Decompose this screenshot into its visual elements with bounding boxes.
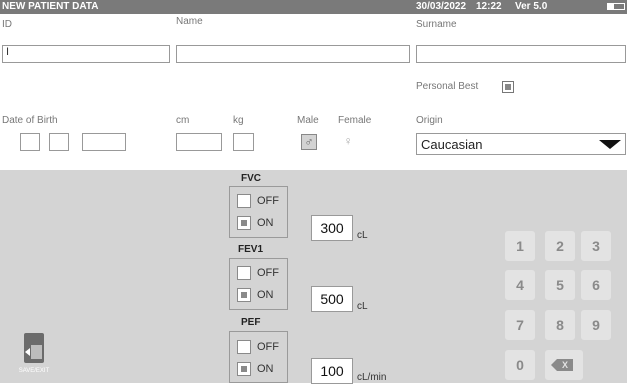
pef-off-option[interactable]: OFF xyxy=(237,340,287,356)
fvc-off-label: OFF xyxy=(257,195,279,207)
date-of-birth-label: Date of Birth xyxy=(2,115,58,126)
fvc-title: FVC xyxy=(241,173,261,184)
dob-month-field[interactable] xyxy=(49,133,69,151)
fvc-toggle-group: OFF ON xyxy=(229,186,288,238)
fev1-on-option[interactable]: ON xyxy=(237,288,287,304)
pef-value-field[interactable]: 100 xyxy=(311,358,353,384)
personal-best-checkbox[interactable] xyxy=(502,81,514,93)
height-cm-label: cm xyxy=(176,115,190,126)
pef-on-label: ON xyxy=(257,363,274,375)
pef-on-option[interactable]: ON xyxy=(237,362,287,378)
weight-field[interactable] xyxy=(233,133,254,151)
weight-kg-label: kg xyxy=(233,115,244,126)
fev1-off-option[interactable]: OFF xyxy=(237,266,287,282)
dropdown-arrow-icon xyxy=(599,140,621,149)
save-disk-icon xyxy=(24,333,44,363)
surname-label: Surname xyxy=(416,19,457,30)
dob-day-field[interactable] xyxy=(20,133,40,151)
date-display: 30/03/2022 xyxy=(416,1,467,12)
origin-value: Caucasian xyxy=(421,137,483,152)
version-display: Ver 5.0 xyxy=(515,1,548,12)
pef-unit: cL/min xyxy=(357,372,387,383)
fvc-on-option[interactable]: ON xyxy=(237,216,287,232)
fvc-value-field[interactable]: 300 xyxy=(311,215,353,241)
origin-dropdown[interactable]: Caucasian xyxy=(416,133,626,155)
height-field[interactable] xyxy=(176,133,222,151)
keypad-key-7[interactable]: 7 xyxy=(505,310,535,340)
fvc-on-checkbox[interactable] xyxy=(237,216,251,230)
keypad-key-8[interactable]: 8 xyxy=(545,310,575,340)
keypad-key-6[interactable]: 6 xyxy=(581,270,611,300)
keypad-key-5[interactable]: 5 xyxy=(545,270,575,300)
fev1-value-field[interactable]: 500 xyxy=(311,286,353,312)
fev1-on-checkbox[interactable] xyxy=(237,288,251,302)
name-label: Name xyxy=(176,16,203,27)
keypad-backspace-button[interactable]: X xyxy=(545,350,583,380)
save-exit-button[interactable]: SAVE/EXIT xyxy=(19,333,49,381)
fev1-toggle-group: OFF ON xyxy=(229,258,288,310)
keypad-key-1[interactable]: 1 xyxy=(505,231,535,261)
pef-off-checkbox[interactable] xyxy=(237,340,251,354)
header-bar: NEW PATIENT DATA 30/03/2022 12:22 Ver 5.… xyxy=(0,0,627,14)
save-exit-label: SAVE/EXIT xyxy=(18,368,50,374)
fev1-off-checkbox[interactable] xyxy=(237,266,251,280)
keypad-key-4[interactable]: 4 xyxy=(505,270,535,300)
female-icon[interactable]: ♀ xyxy=(340,134,356,150)
origin-label: Origin xyxy=(416,115,443,126)
pef-off-label: OFF xyxy=(257,341,279,353)
pef-toggle-group: OFF ON xyxy=(229,331,288,383)
fvc-on-label: ON xyxy=(257,217,274,229)
battery-icon xyxy=(607,3,625,10)
personal-best-label: Personal Best xyxy=(416,81,479,92)
time-display: 12:22 xyxy=(476,1,502,12)
name-field[interactable] xyxy=(176,45,410,63)
page-title: NEW PATIENT DATA xyxy=(2,1,99,12)
fvc-off-option[interactable]: OFF xyxy=(237,194,287,210)
backspace-icon: X xyxy=(551,359,573,371)
pef-title: PEF xyxy=(241,317,261,328)
id-field[interactable]: I xyxy=(2,45,170,63)
id-label: ID xyxy=(2,19,12,30)
fev1-title: FEV1 xyxy=(238,244,264,255)
fvc-off-checkbox[interactable] xyxy=(237,194,251,208)
keypad-key-3[interactable]: 3 xyxy=(581,231,611,261)
fvc-unit: cL xyxy=(357,230,368,241)
keypad-key-0[interactable]: 0 xyxy=(505,350,535,380)
male-label: Male xyxy=(297,115,319,126)
keypad-key-9[interactable]: 9 xyxy=(581,310,611,340)
dob-year-field[interactable] xyxy=(82,133,126,151)
fev1-on-label: ON xyxy=(257,289,274,301)
fev1-off-label: OFF xyxy=(257,267,279,279)
male-icon[interactable]: ♂ xyxy=(301,134,317,150)
female-label: Female xyxy=(338,115,372,126)
id-field-value: I xyxy=(6,46,10,58)
surname-field[interactable] xyxy=(416,45,626,63)
fev1-unit: cL xyxy=(357,301,368,312)
keypad-key-2[interactable]: 2 xyxy=(545,231,575,261)
pef-on-checkbox[interactable] xyxy=(237,362,251,376)
